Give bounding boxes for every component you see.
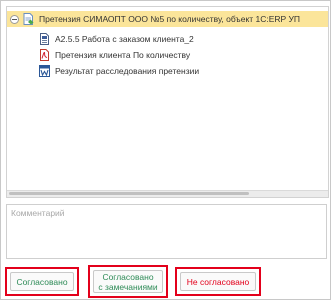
approval-form: Претензия СИМАОПТ ООО №5 по количеству, … — [0, 0, 331, 300]
tree-item[interactable]: Результат расследования претензии — [39, 63, 199, 79]
scrollbar-thumb[interactable] — [9, 192, 249, 195]
rejected-button-label: Не согласовано — [180, 272, 256, 291]
approved-with-remarks-line2: с замечаниями — [98, 281, 158, 292]
attachments-tree[interactable]: Претензия СИМАОПТ ООО №5 по количеству, … — [6, 6, 329, 198]
approved-with-remarks-label: Согласовано с замечаниями — [93, 270, 163, 293]
comment-field[interactable] — [6, 204, 327, 259]
approved-button[interactable]: Согласовано — [5, 267, 79, 296]
approved-button-label: Согласовано — [10, 272, 74, 291]
tree-item[interactable]: А2.5.5 Работа с заказом клиента_2 — [39, 31, 194, 47]
pdf-icon — [40, 49, 49, 61]
tree-root-label: Претензия СИМАОПТ ООО №5 по количеству, … — [39, 14, 300, 24]
approved-with-remarks-button[interactable]: Согласовано с замечаниями — [88, 265, 168, 298]
tree-item-label: Претензия клиента По количеству — [55, 50, 191, 60]
horizontal-scrollbar[interactable] — [7, 190, 328, 197]
collapse-toggle-icon[interactable] — [10, 14, 19, 24]
tree-item-label: А2.5.5 Работа с заказом клиента_2 — [55, 34, 194, 44]
tree-root-row[interactable]: Претензия СИМАОПТ ООО №5 по количеству, … — [7, 11, 328, 27]
tree-item-label: Результат расследования претензии — [55, 66, 200, 76]
tree-item[interactable]: Претензия клиента По количеству — [39, 47, 190, 63]
approved-with-remarks-line1: Согласовано — [102, 271, 154, 282]
rejected-button[interactable]: Не согласовано — [175, 267, 261, 296]
word-icon — [39, 65, 50, 77]
claim-document-icon — [23, 13, 34, 25]
document-icon — [40, 33, 49, 45]
